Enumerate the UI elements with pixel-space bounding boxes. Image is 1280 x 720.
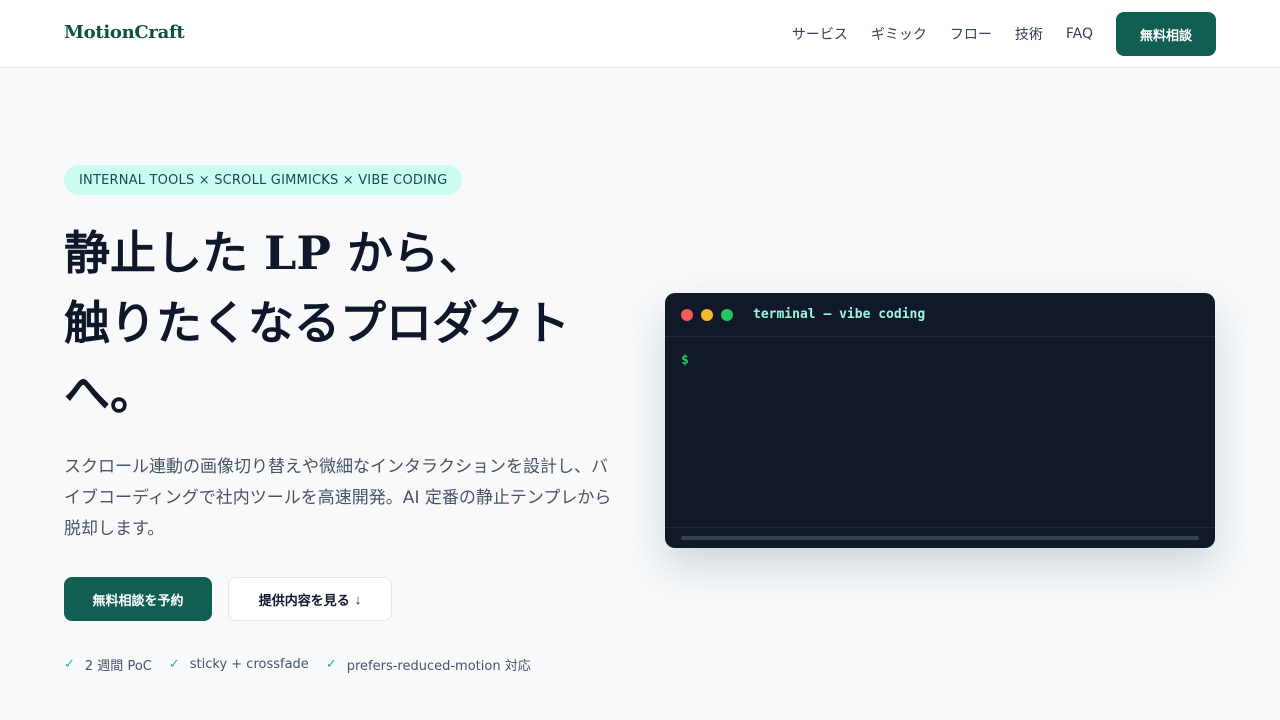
feature-label: prefers-reduced-motion 対応	[346, 658, 531, 674]
feature-item: ✓ prefers-reduced-motion 対応	[326, 655, 531, 674]
check-icon: ✓	[325, 656, 337, 672]
headline-line-2: 触りたくなるプロダクト	[64, 296, 570, 350]
maximize-dot-icon	[721, 308, 733, 321]
feature-list: ✓ 2 週間 PoC ✓ sticky + crossfade ✓ prefer…	[64, 654, 548, 674]
feature-label: 2 週間 PoC	[84, 658, 152, 674]
header-cta-button[interactable]: 無料相談	[1115, 12, 1216, 56]
check-icon: ✓	[64, 656, 75, 672]
view-services-label: 提供内容を見る	[258, 592, 350, 608]
terminal-window: terminal — vibe coding $	[665, 293, 1215, 548]
hero-subtext: スクロール連動の画像切り替えや微細なインタラクションを設計し、バイブコーディング…	[64, 457, 612, 539]
main-nav: サービス ギミック フロー 技術 FAQ 無料相談	[792, 12, 1216, 56]
terminal-title: terminal — vibe coding	[753, 307, 926, 322]
site-header: MotionCraft サービス ギミック フロー 技術 FAQ 無料相談	[0, 0, 1280, 68]
headline-line-3: へ。	[64, 366, 156, 420]
view-services-button[interactable]: 提供内容を見る ↓	[228, 577, 392, 621]
terminal-footer	[665, 527, 1215, 548]
nav-link-flow[interactable]: フロー	[950, 24, 992, 44]
feature-item: ✓ sticky + crossfade	[169, 657, 309, 672]
hero-badge: INTERNAL TOOLS × SCROLL GIMMICKS × VIBE …	[64, 165, 463, 195]
check-icon: ✓	[168, 656, 180, 672]
feature-label: sticky + crossfade	[189, 656, 309, 672]
nav-link-tech[interactable]: 技術	[1015, 24, 1043, 44]
terminal-title-bar: terminal — vibe coding	[665, 293, 1215, 337]
logo[interactable]: MotionCraft	[64, 22, 185, 43]
hero-headline: 静止した LP から、 触りたくなるプロダクト へ。	[64, 218, 624, 428]
book-consultation-button[interactable]: 無料相談を予約	[64, 577, 212, 621]
feature-item: ✓ 2 週間 PoC	[64, 655, 152, 674]
nav-link-gimmicks[interactable]: ギミック	[871, 24, 927, 44]
arrow-down-icon: ↓	[354, 591, 362, 607]
terminal-prompt[interactable]: $	[681, 353, 689, 368]
headline-line-1: 静止した LP から、	[64, 226, 485, 280]
nav-link-faq[interactable]: FAQ	[1066, 26, 1093, 42]
nav-link-services[interactable]: サービス	[792, 24, 848, 44]
minimize-dot-icon	[701, 308, 713, 321]
terminal-scrollbar[interactable]	[681, 536, 1199, 540]
close-dot-icon	[681, 308, 693, 321]
